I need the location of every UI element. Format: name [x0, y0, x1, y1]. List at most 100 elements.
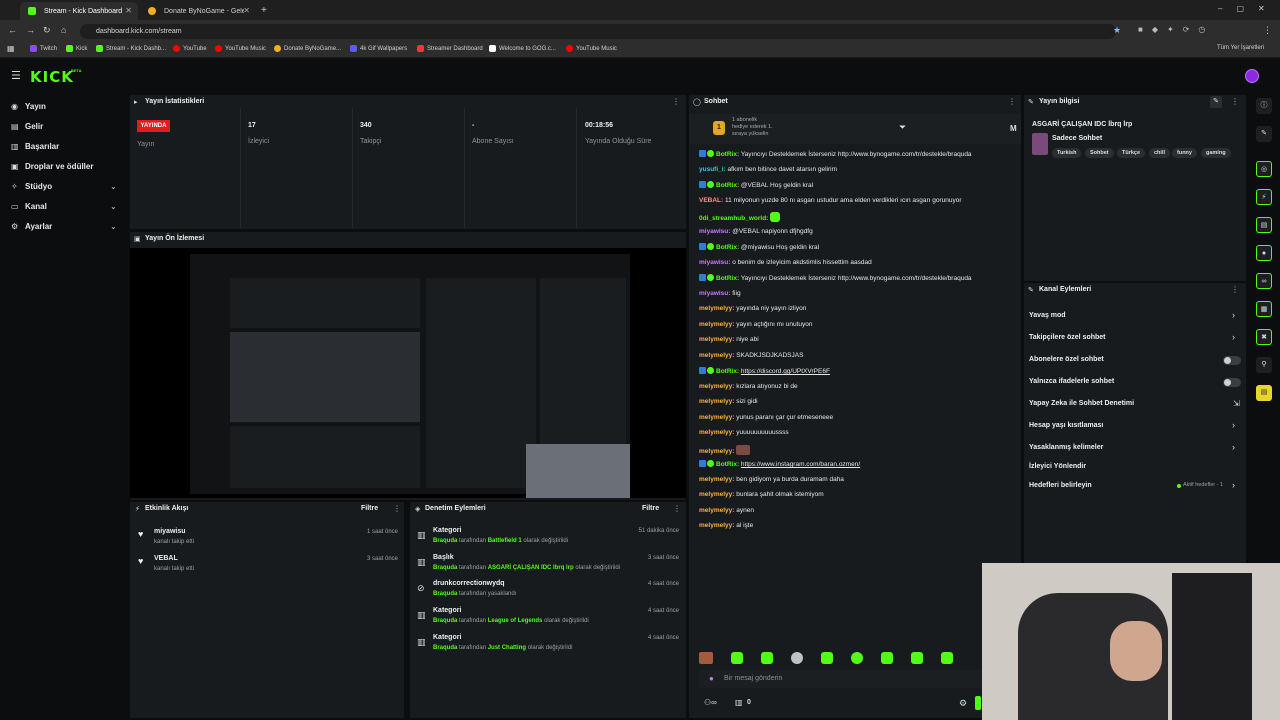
chat-username[interactable]: BotRix: — [716, 244, 739, 251]
moderator-name[interactable]: Braquda — [433, 591, 457, 597]
activity-filter-button[interactable]: Filtre — [361, 505, 378, 512]
chevron-down-icon[interactable]: ⌄ — [110, 202, 117, 211]
filter-icon[interactable]: ⏷ — [899, 122, 906, 133]
chevron-right-icon[interactable]: › — [1232, 332, 1235, 342]
action-raid[interactable]: İzleyici Yönlendir — [1029, 463, 1086, 470]
chat-username[interactable]: melymelyy: — [699, 414, 734, 421]
forward-icon[interactable]: → — [26, 25, 35, 35]
bookmark-kick[interactable]: Kick — [66, 45, 87, 52]
stats-menu-icon[interactable]: ⋮ — [672, 97, 680, 106]
bookmark-star-icon[interactable]: ★ — [1113, 25, 1121, 36]
emote-icon[interactable] — [911, 652, 923, 664]
back-icon[interactable]: ← — [8, 25, 17, 35]
extensions-icons[interactable]: ■◆✦⟳◷ — [1138, 25, 1214, 34]
moderator-name[interactable]: Braquda — [433, 618, 457, 624]
note-icon[interactable]: ▤ — [1256, 385, 1272, 401]
window-controls[interactable]: –▢✕ — [1218, 4, 1279, 13]
chat-username[interactable]: BotRix: — [716, 182, 739, 189]
emote-icon[interactable] — [761, 652, 773, 664]
chat-username[interactable]: VEBAL: — [699, 197, 723, 204]
chat-username[interactable]: yusufi_i: — [699, 166, 726, 173]
info-icon[interactable]: ⓘ — [1256, 98, 1272, 114]
document-icon[interactable]: ▤ — [1256, 217, 1272, 233]
sidebar-item-kanal[interactable]: ▭ Kanal — [11, 202, 47, 211]
chat-username[interactable]: BotRix: — [716, 151, 739, 158]
tag[interactable]: Turkish — [1052, 148, 1082, 158]
emote-icon[interactable] — [821, 652, 833, 664]
camera-icon[interactable]: ◎ — [1256, 161, 1272, 177]
chat-username[interactable]: miyawisu: — [699, 290, 730, 297]
nodes-icon[interactable]: ⚲ — [1256, 357, 1272, 373]
apps-grid-icon[interactable]: ▦ — [7, 44, 15, 53]
link-icon[interactable]: ∞ — [1256, 273, 1272, 289]
edit-icon[interactable]: ✎ — [1210, 96, 1222, 108]
tools-icon[interactable]: ✖ — [1256, 329, 1272, 345]
emote-icon[interactable] — [941, 652, 953, 664]
chevron-right-icon[interactable]: › — [1232, 480, 1235, 490]
chat-username[interactable]: 0di_streamhub_world: — [699, 215, 768, 222]
chat-link[interactable]: https://discord.gg/UPtXVrPE6F — [741, 368, 830, 375]
chat-username[interactable]: melymelyy: — [699, 336, 734, 343]
bookmark-twitch[interactable]: Twitch — [30, 45, 57, 52]
action-followers-only[interactable]: Takipçilere özel sohbet — [1029, 334, 1106, 341]
chat-username[interactable]: melymelyy: — [699, 429, 734, 436]
activity-menu-icon[interactable]: ⋮ — [393, 504, 401, 513]
bookmark-gog[interactable]: Welcome to GOG.c... — [489, 45, 556, 52]
chevron-right-icon[interactable]: › — [1232, 442, 1235, 452]
chat-username[interactable]: BotRix: — [716, 461, 739, 468]
sidebar-item-basarilar[interactable]: ▥ Başarılar — [11, 142, 59, 151]
all-bookmarks[interactable]: Tüm Yer İşaretleri — [1217, 45, 1264, 51]
subscribers-only-toggle[interactable] — [1223, 356, 1241, 365]
chevron-right-icon[interactable]: › — [1232, 420, 1235, 430]
home-icon[interactable]: ⌂ — [61, 25, 66, 35]
sidebar-item-yayin[interactable]: ◉ Yayın — [11, 102, 46, 111]
kick-logo[interactable]: KICK — [30, 68, 74, 86]
chat-input[interactable]: ● Bir mesaj gönderin — [699, 670, 984, 688]
chat-username[interactable]: melymelyy: — [699, 398, 734, 405]
chat-username[interactable]: melymelyy: — [699, 507, 734, 514]
external-link-icon[interactable]: ⇲ — [1233, 399, 1240, 408]
chat-bubble-icon[interactable]: ● — [1256, 245, 1272, 261]
chat-link[interactable]: https://www.instagram.com/baran.ozmen/ — [741, 461, 860, 468]
sidebar-item-studyo[interactable]: ✧ Stüdyo — [11, 182, 52, 191]
emote-icon[interactable] — [851, 652, 863, 664]
chat-username[interactable]: melymelyy: — [699, 352, 734, 359]
stream-info-menu-icon[interactable]: ⋮ — [1231, 97, 1239, 106]
chat-username[interactable]: melymelyy: — [699, 305, 734, 312]
chat-settings-icon[interactable]: ⚙ — [959, 698, 967, 709]
chat-username[interactable]: melymelyy: — [699, 448, 734, 455]
close-tab-icon[interactable]: ✕ — [125, 6, 132, 15]
moderation-menu-icon[interactable]: ⋮ — [673, 504, 681, 513]
action-slow-mode[interactable]: Yavaş mod — [1029, 312, 1066, 319]
users-icon[interactable]: ⚇∞ — [704, 698, 717, 707]
chat-username[interactable]: miyawisu: — [699, 259, 730, 266]
stream-preview-video[interactable] — [130, 248, 686, 498]
chat-username[interactable]: melymelyy: — [699, 476, 734, 483]
tag[interactable]: chill — [1149, 148, 1171, 158]
bookmark-streamer-dashboard[interactable]: Streamer Dashboard — [417, 45, 483, 52]
tab-kick-dashboard[interactable]: Stream - Kick Dashboard ✕ — [20, 2, 138, 20]
url-field[interactable]: dashboard.kick.com/stream — [80, 24, 1116, 39]
action-goals[interactable]: Hedefleri belirleyin — [1029, 482, 1092, 489]
bookmark-youtube[interactable]: YouTube — [173, 45, 207, 52]
chevron-down-icon[interactable]: ⌄ — [110, 222, 117, 231]
bookmark-youtube-music-2[interactable]: YouTube Music — [566, 45, 617, 52]
pencil-icon[interactable]: ✎ — [1256, 126, 1272, 142]
new-tab-icon[interactable]: + — [261, 5, 267, 16]
emote-icon[interactable] — [699, 652, 713, 664]
send-button[interactable] — [975, 696, 981, 710]
chat-username[interactable]: BotRix: — [716, 368, 739, 375]
emote-icon[interactable] — [881, 652, 893, 664]
chevron-right-icon[interactable]: › — [1232, 310, 1235, 320]
emote-icon[interactable] — [791, 652, 803, 664]
bookmark-youtube-music[interactable]: YouTube Music — [215, 45, 266, 52]
bookmark-donate-bynogame[interactable]: Donate ByNoGame... — [274, 45, 341, 52]
chat-username[interactable]: melymelyy: — [699, 522, 734, 529]
tab-donate-bynogame[interactable]: Donate ByNoGame - Gelen/Gid ✕ — [140, 2, 256, 20]
chat-username[interactable]: BotRix: — [716, 275, 739, 282]
chat-username[interactable]: melymelyy: — [699, 321, 734, 328]
chat-username[interactable]: melymelyy: — [699, 383, 734, 390]
tag[interactable]: Türkçe — [1117, 148, 1146, 158]
action-banned-words[interactable]: Yasaklanmış kelimeler — [1029, 444, 1103, 451]
lightning-icon[interactable]: ⚡ — [1256, 189, 1272, 205]
